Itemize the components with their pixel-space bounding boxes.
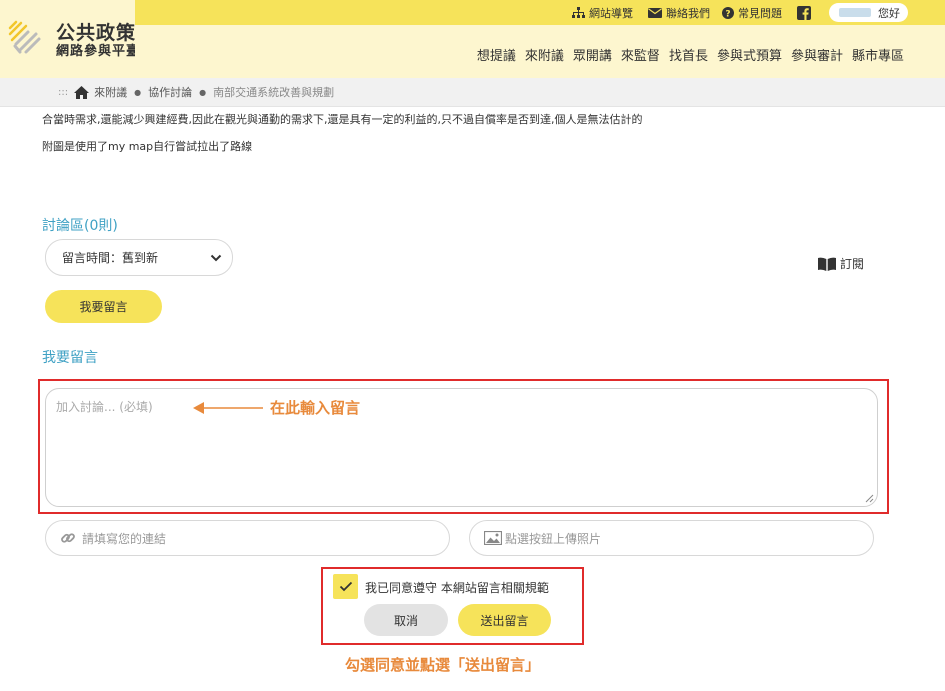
contact-link[interactable]: 聯絡我們 (648, 0, 710, 25)
agree-checkbox[interactable] (333, 574, 358, 599)
breadcrumb-separator: ● (134, 87, 142, 97)
logo[interactable]: 公共政策 網路參與平臺 (0, 0, 139, 78)
facebook-icon (797, 5, 811, 20)
proposal-text-line: 附圖是使用了my map自行嘗試拉出了路線 (42, 140, 253, 153)
image-icon (484, 531, 502, 545)
site-header: 公共政策 網路參與平臺 網站導覽 聯絡我們 ? 常見問題 您好 想提議 來附議 … (0, 0, 945, 78)
blurred-username (839, 8, 871, 17)
sort-select[interactable]: 留言時間：舊到新 (45, 239, 233, 276)
brand-subtitle: 網路參與平臺 (56, 44, 141, 59)
question-circle-icon: ? (722, 6, 734, 19)
facebook-link[interactable] (797, 0, 815, 25)
main-nav-bar: 想提議 來附議 眾開講 來監督 找首長 參與式預算 參與審計 縣市專區 (135, 25, 945, 78)
resize-grip-icon[interactable] (865, 494, 874, 503)
checkmark-icon (339, 581, 352, 592)
link-placeholder: 請填寫您的連結 (82, 531, 167, 546)
breadcrumb-item-endorse[interactable]: 來附議 (94, 84, 127, 100)
nav-item-participatory-budget[interactable]: 參與式預算 (717, 45, 782, 64)
faq-link[interactable]: ? 常見問題 (722, 0, 782, 25)
proposal-text-line: 合當時需求,還能減少興建經費,因此在觀光與通勤的需求下,還是具有一定的利益的,只… (42, 113, 643, 126)
photo-placeholder: 點選按鈕上傳照片 (505, 531, 602, 546)
agree-label[interactable]: 我已同意遵守 本網站留言相關規範 (365, 579, 549, 596)
link-input[interactable]: 請填寫您的連結 (45, 520, 450, 556)
comment-form-heading: 我要留言 (42, 350, 98, 366)
contact-label: 聯絡我們 (666, 6, 710, 20)
photo-upload-button[interactable]: 點選按鈕上傳照片 (469, 520, 874, 556)
nav-item-forum[interactable]: 眾開講 (573, 45, 612, 64)
nav-item-local-gov[interactable]: 縣市專區 (852, 45, 904, 64)
link-icon (61, 533, 75, 543)
utility-bar (135, 0, 945, 25)
main-nav: 想提議 來附議 眾開講 來監督 找首長 參與式預算 參與審計 縣市專區 (468, 45, 904, 64)
breadcrumb-separator: ● (199, 87, 207, 97)
open-book-icon (818, 257, 836, 271)
sitemap-label: 網站導覽 (589, 6, 633, 20)
home-icon[interactable] (74, 85, 90, 99)
greeting-label: 您好 (878, 6, 900, 20)
chevron-down-icon (210, 254, 222, 262)
submit-comment-button[interactable]: 送出留言 (458, 604, 551, 636)
faq-label: 常見問題 (738, 6, 782, 20)
nav-item-participatory-audit[interactable]: 參與審計 (791, 45, 843, 64)
comment-textarea[interactable]: 加入討論... (必填) (45, 388, 878, 507)
annotation-input-hint: 在此輸入留言 (270, 399, 361, 417)
cancel-button[interactable]: 取消 (364, 604, 448, 636)
nav-item-propose[interactable]: 想提議 (477, 45, 516, 64)
breadcrumb-anchor[interactable]: ::: (58, 87, 68, 98)
sort-select-value: 留言時間：舊到新 (62, 251, 159, 265)
user-greeting[interactable]: 您好 (829, 3, 908, 22)
nav-item-endorse[interactable]: 來附議 (525, 45, 564, 64)
sitemap-icon (572, 6, 585, 18)
breadcrumb: ::: 來附議 ● 協作討論 ● 南部交通系統改善與規劃 (0, 78, 945, 107)
logo-mark-icon (8, 20, 41, 54)
annotation-submit-hint: 勾選同意並點選「送出留言」 (345, 656, 541, 674)
breadcrumb-item-collab[interactable]: 協作討論 (148, 84, 192, 100)
subscribe-label: 訂閱 (840, 257, 865, 271)
mail-icon (648, 7, 662, 18)
leave-comment-button[interactable]: 我要留言 (45, 290, 162, 323)
nav-item-monitor[interactable]: 來監督 (621, 45, 660, 64)
subscribe-button[interactable]: 訂閱 (818, 255, 864, 272)
svg-text:?: ? (725, 9, 730, 19)
discussion-heading: 討論區(0則) (42, 218, 118, 234)
sitemap-link[interactable]: 網站導覽 (572, 0, 633, 25)
arrow-left-icon (193, 402, 263, 414)
comment-placeholder: 加入討論... (必填) (56, 400, 153, 414)
breadcrumb-current: 南部交通系統改善與規劃 (213, 86, 335, 99)
nav-item-find-official[interactable]: 找首長 (669, 45, 708, 64)
